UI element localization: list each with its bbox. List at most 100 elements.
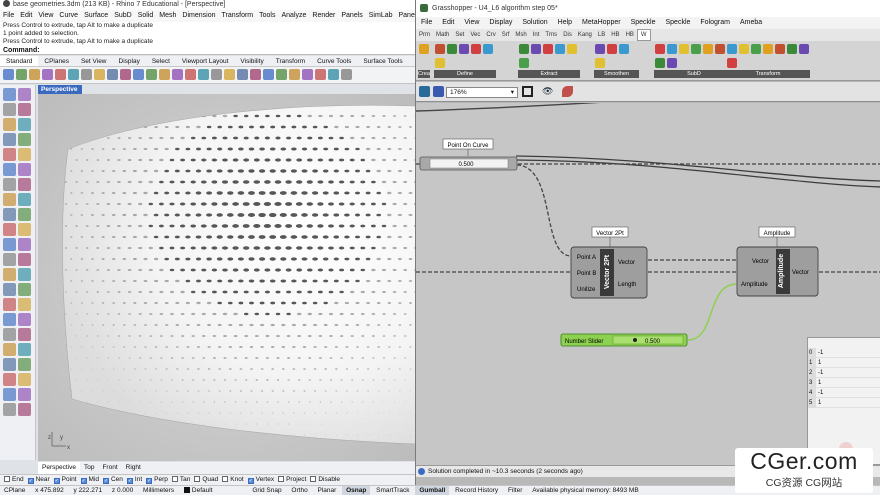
osnap-tan[interactable]: Tan [171,475,190,485]
rhino-menu-render[interactable]: Render [309,10,338,22]
output-vector[interactable]: Vector [618,260,635,266]
scale-icon[interactable] [18,283,31,296]
ribbon-tool-icon[interactable] [435,44,445,54]
rhino-menu-tools[interactable]: Tools [256,10,278,22]
osnap-checkbox[interactable]: ✓ [146,478,153,484]
number-slider-component[interactable]: Number Slider 0.500 [560,333,688,347]
select-icon[interactable] [211,69,222,80]
ribbon-tool-icon[interactable] [555,44,565,54]
ortho-toggle[interactable]: Ortho [287,486,311,495]
osnap-checkbox[interactable] [310,476,317,482]
panel-component[interactable]: 0 -1 1 1 2 -1 3 1 4 -1 5 1 [807,337,880,465]
zoom-icon[interactable] [146,69,157,80]
gh-tab-set[interactable]: Set [452,29,467,41]
explode-icon[interactable] [18,253,31,266]
gh-tab-hb[interactable]: HB [608,29,622,41]
select-arrow-icon[interactable] [3,88,16,101]
ribbon-tool-icon[interactable] [751,44,761,54]
free-curve-icon[interactable] [18,148,31,161]
ribbon-tool-icon[interactable] [447,44,457,54]
ribbon-tool-icon[interactable] [787,44,797,54]
toolbar-tab-cplanes[interactable]: CPlanes [38,56,75,66]
zoom-selected-icon[interactable] [185,69,196,80]
ribbon-tool-icon[interactable] [739,44,749,54]
polygon-icon[interactable] [3,148,16,161]
viewport-tab-top[interactable]: Top [80,462,98,474]
ribbon-tool-icon[interactable] [715,44,725,54]
rhino-menu-mesh[interactable]: Mesh [156,10,179,22]
gh-tab-int[interactable]: Int [530,29,543,41]
viewport-label[interactable]: Perspective ▾ [38,85,82,102]
gh-tab-vec[interactable]: Vec [467,29,483,41]
print-icon[interactable] [42,69,53,80]
osnap-checkbox[interactable]: ✓ [27,478,34,484]
dimension-icon[interactable] [3,313,16,326]
ribbon-tool-icon[interactable] [595,58,605,68]
osnap-quad[interactable]: Quad [194,475,218,485]
slider-grip[interactable] [633,338,637,342]
gh-menu-metahopper[interactable]: MetaHopper [577,17,626,29]
input-point-a[interactable]: Point A [577,255,596,261]
rhino-menu-panels[interactable]: Panels [338,10,365,22]
rotate-view-icon[interactable] [133,69,144,80]
zoom-extents-icon[interactable] [172,69,183,80]
rhino-menu-analyze[interactable]: Analyze [278,10,309,22]
osnap-disable[interactable]: Disable [310,475,340,485]
osnap-checkbox[interactable] [278,476,285,482]
osnap-knot[interactable]: Knot [222,475,244,485]
cplane-icon[interactable] [224,69,235,80]
preview-eye-icon[interactable]: 👁 [542,86,556,97]
zoom-extents-icon[interactable] [522,86,533,97]
toolbar-tab-curve-tools[interactable]: Curve Tools [311,56,357,66]
osnap-near[interactable]: ✓ Near [27,475,50,485]
circle-icon[interactable] [3,118,16,131]
gh-tab-w[interactable]: W [636,29,651,41]
command-prompt[interactable]: Command: [0,46,415,55]
trim-icon[interactable] [3,238,16,251]
ribbon-tool-icon[interactable] [471,44,481,54]
toolbar-tab-set-view[interactable]: Set View [75,56,113,66]
viewport-icon[interactable] [237,69,248,80]
lock-icon[interactable] [18,373,31,386]
toolbar-tab-surface-tools[interactable]: Surface Tools [357,56,408,66]
cylinder-icon[interactable] [3,193,16,206]
gumball-toggle[interactable]: Gumball [415,486,450,495]
text-icon[interactable] [18,313,31,326]
gh-tab-math[interactable]: Math [433,29,452,41]
osnap-checkbox[interactable] [4,476,10,482]
mirror-icon[interactable] [3,298,16,311]
osnap-perp[interactable]: ✓ Perp [146,475,168,485]
ribbon-tool-icon[interactable] [607,44,617,54]
layer-icon[interactable] [302,69,313,80]
extrude-icon[interactable] [18,163,31,176]
ribbon-tool-icon[interactable] [519,58,529,68]
ribbon-tool-icon[interactable] [775,44,785,54]
analyze-icon[interactable] [3,343,16,356]
join-icon[interactable] [3,253,16,266]
array-icon[interactable] [18,298,31,311]
split-icon[interactable] [18,238,31,251]
layer-icon[interactable] [18,328,31,341]
open-file-icon[interactable] [16,69,27,80]
osnap-checkbox[interactable]: ✓ [247,478,254,484]
toolbar-tab-standard[interactable]: Standard [0,56,39,66]
block-icon[interactable] [3,358,16,371]
ribbon-tool-icon[interactable] [667,58,677,68]
osnap-mid[interactable]: ✓ Mid [80,475,99,485]
point-icon[interactable] [18,88,31,101]
ribbon-tool-icon[interactable] [459,44,469,54]
save-file-icon[interactable] [29,69,40,80]
gh-tab-crv[interactable]: Crv [483,29,498,41]
hatch-icon[interactable] [3,328,16,341]
perspective-viewport[interactable]: z x y [38,94,416,461]
osnap-checkbox[interactable]: ✓ [102,478,109,484]
toolbar-tab-display[interactable]: Display [113,56,146,66]
osnap-vertex[interactable]: ✓ Vertex [247,475,274,485]
render-icon[interactable] [263,69,274,80]
osnap-cen[interactable]: ✓ Cen [102,475,123,485]
grid-snap-toggle[interactable]: Grid Snap [248,486,285,495]
undo-icon[interactable] [107,69,118,80]
import-icon[interactable] [55,69,66,80]
zoom-dropdown[interactable]: 176% ▾ [446,87,518,98]
move-icon[interactable] [3,268,16,281]
